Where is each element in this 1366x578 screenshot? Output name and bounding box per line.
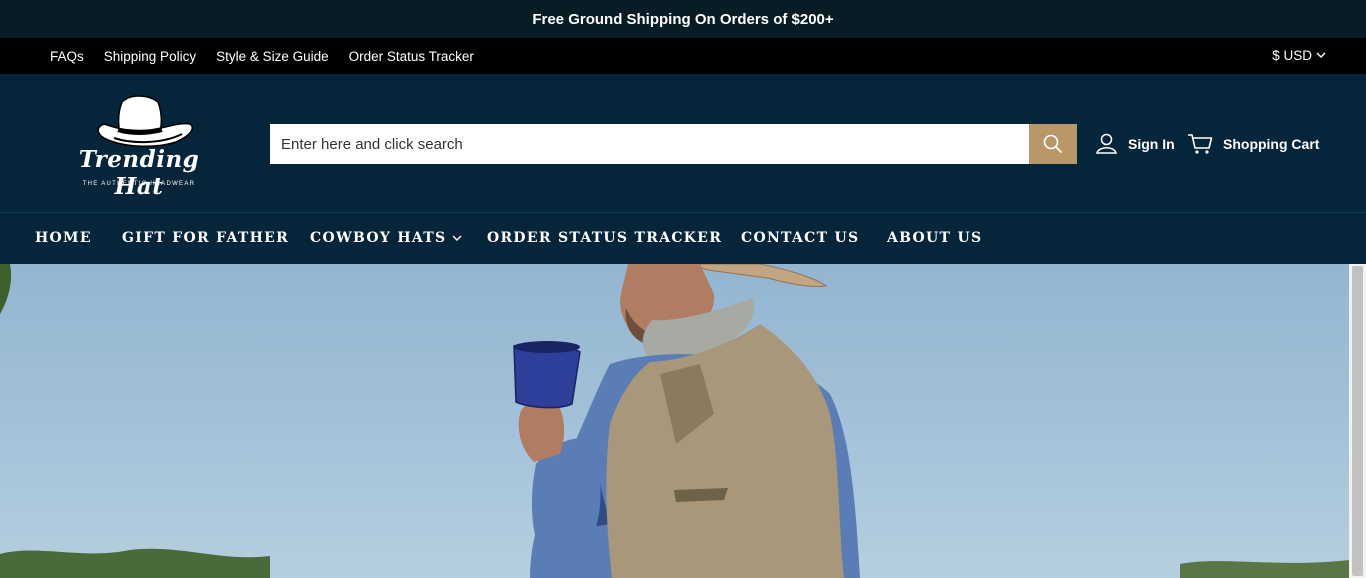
- nav-item-label: CONTACT US: [741, 230, 860, 246]
- utility-link-order-status-tracker[interactable]: Order Status Tracker: [349, 49, 474, 64]
- nav-item-label: COWBOY HATS: [310, 230, 447, 246]
- search-button[interactable]: [1029, 124, 1077, 164]
- nav-item-contact-us[interactable]: CONTACT US: [741, 230, 859, 246]
- utility-link-style-size-guide[interactable]: Style & Size Guide: [216, 49, 329, 64]
- nav-item-home[interactable]: HOME: [35, 230, 92, 246]
- announcement-bar: Free Ground Shipping On Orders of $200+: [0, 0, 1366, 38]
- cowboy-hat-icon: [97, 95, 194, 148]
- nav-item-order-status-tracker[interactable]: ORDER STATUS TRACKER: [487, 230, 722, 246]
- currency-selector[interactable]: $ USD: [1272, 48, 1326, 63]
- site-logo[interactable]: Trending Hat THE AUTHENTIC HEADWEAR: [58, 94, 220, 200]
- sign-in-label: Sign In: [1128, 135, 1175, 152]
- utility-link-shipping-policy[interactable]: Shipping Policy: [104, 49, 196, 64]
- nav-item-label: HOME: [35, 230, 92, 246]
- sign-in-link[interactable]: Sign In: [1096, 133, 1175, 154]
- nav-item-label: ORDER STATUS TRACKER: [487, 230, 723, 246]
- currency-label: $ USD: [1272, 48, 1312, 63]
- search-bar: [270, 124, 1077, 164]
- user-icon: [1096, 133, 1117, 154]
- announcement-text: Free Ground Shipping On Orders of $200+: [532, 10, 834, 28]
- hero-image: [0, 264, 1349, 578]
- utility-link-faqs[interactable]: FAQs: [50, 49, 84, 64]
- search-icon: [1043, 134, 1063, 154]
- utility-links: FAQs Shipping Policy Style & Size Guide …: [50, 49, 474, 64]
- utility-bar: FAQs Shipping Policy Style & Size Guide …: [0, 38, 1366, 74]
- nav-item-label: ABOUT US: [887, 230, 983, 246]
- logo-tagline: THE AUTHENTIC HEADWEAR: [82, 181, 196, 187]
- chevron-down-icon: [1316, 52, 1326, 58]
- main-navigation: HOME GIFT FOR FATHER COWBOY HATS ORDER S…: [0, 213, 1366, 264]
- search-input[interactable]: [270, 124, 1029, 164]
- nav-item-about-us[interactable]: ABOUT US: [887, 230, 982, 246]
- site-header: Trending Hat THE AUTHENTIC HEADWEAR Sign…: [0, 74, 1366, 213]
- page-scrollbar[interactable]: [1349, 264, 1366, 578]
- scrollbar-thumb[interactable]: [1352, 266, 1363, 576]
- logo-name: Trending Hat: [78, 146, 200, 200]
- cowboy-photo: [0, 264, 1349, 578]
- cart-icon: [1188, 134, 1213, 154]
- shopping-cart-label: Shopping Cart: [1223, 136, 1320, 152]
- nav-item-gift-for-father[interactable]: GIFT FOR FATHER: [122, 230, 289, 246]
- shopping-cart-link[interactable]: Shopping Cart: [1187, 133, 1319, 155]
- nav-item-label: GIFT FOR FATHER: [122, 230, 290, 246]
- chevron-down-icon: [452, 235, 462, 241]
- nav-item-cowboy-hats[interactable]: COWBOY HATS: [310, 230, 462, 246]
